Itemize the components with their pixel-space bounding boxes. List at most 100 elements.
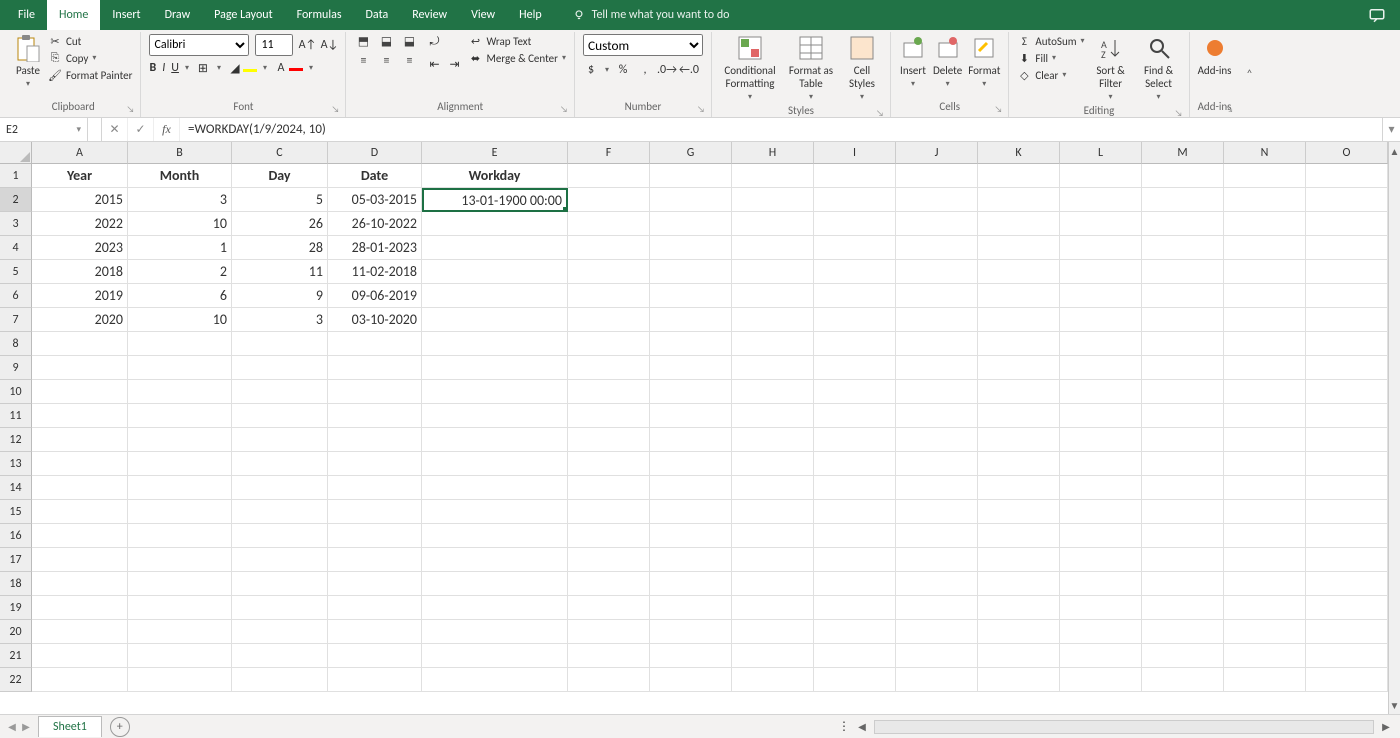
cell-M2[interactable] (1142, 188, 1224, 212)
collapse-ribbon-button[interactable]: ˄ (1239, 32, 1259, 117)
cell-M20[interactable] (1142, 620, 1224, 644)
cell-E3[interactable] (422, 212, 568, 236)
cell-C16[interactable] (232, 524, 328, 548)
cell-E14[interactable] (422, 476, 568, 500)
cell-J17[interactable] (896, 548, 978, 572)
cell-C21[interactable] (232, 644, 328, 668)
cell-G7[interactable] (650, 308, 732, 332)
cell-O5[interactable] (1306, 260, 1388, 284)
cell-B19[interactable] (128, 596, 232, 620)
scroll-right-icon[interactable]: ▶ (1378, 720, 1394, 733)
cell-G15[interactable] (650, 500, 732, 524)
tab-draw[interactable]: Draw (153, 0, 203, 30)
row-header-14[interactable]: 14 (0, 476, 32, 500)
cell-F1[interactable] (568, 164, 650, 188)
cell-I9[interactable] (814, 356, 896, 380)
scroll-left-icon[interactable]: ◀ (854, 720, 870, 733)
col-header-N[interactable]: N (1224, 142, 1306, 164)
cell-E18[interactable] (422, 572, 568, 596)
col-header-B[interactable]: B (128, 142, 232, 164)
cell-F16[interactable] (568, 524, 650, 548)
cell-M22[interactable] (1142, 668, 1224, 692)
cell-A4[interactable]: 2023 (32, 236, 128, 260)
cell-F12[interactable] (568, 428, 650, 452)
insert-cells-button[interactable]: Insert▾ (899, 34, 927, 89)
cell-C11[interactable] (232, 404, 328, 428)
row-header-17[interactable]: 17 (0, 548, 32, 572)
fx-button[interactable]: fx (154, 118, 180, 141)
cell-A3[interactable]: 2022 (32, 212, 128, 236)
cell-E11[interactable] (422, 404, 568, 428)
cell-M4[interactable] (1142, 236, 1224, 260)
tab-formulas[interactable]: Formulas (285, 0, 354, 30)
cell-I11[interactable] (814, 404, 896, 428)
cell-D17[interactable] (328, 548, 422, 572)
cell-grid[interactable]: YearMonthDayDateWorkday20153505-03-20151… (32, 164, 1388, 692)
cell-J7[interactable] (896, 308, 978, 332)
cell-G19[interactable] (650, 596, 732, 620)
cell-G1[interactable] (650, 164, 732, 188)
cell-C3[interactable]: 26 (232, 212, 328, 236)
cell-D10[interactable] (328, 380, 422, 404)
cell-J22[interactable] (896, 668, 978, 692)
cell-G21[interactable] (650, 644, 732, 668)
cell-O3[interactable] (1306, 212, 1388, 236)
col-header-A[interactable]: A (32, 142, 128, 164)
cell-L13[interactable] (1060, 452, 1142, 476)
col-header-C[interactable]: C (232, 142, 328, 164)
cell-E12[interactable] (422, 428, 568, 452)
cell-I19[interactable] (814, 596, 896, 620)
row-header-18[interactable]: 18 (0, 572, 32, 596)
row-header-6[interactable]: 6 (0, 284, 32, 308)
cell-E1[interactable]: Workday (422, 164, 568, 188)
col-header-G[interactable]: G (650, 142, 732, 164)
cell-A12[interactable] (32, 428, 128, 452)
cell-N9[interactable] (1224, 356, 1306, 380)
cell-H16[interactable] (732, 524, 814, 548)
cell-C2[interactable]: 5 (232, 188, 328, 212)
cell-D6[interactable]: 09-06-2019 (328, 284, 422, 308)
cell-B5[interactable]: 2 (128, 260, 232, 284)
percent-button[interactable]: % (615, 62, 631, 78)
cell-N10[interactable] (1224, 380, 1306, 404)
cell-M21[interactable] (1142, 644, 1224, 668)
cell-N5[interactable] (1224, 260, 1306, 284)
cell-O14[interactable] (1306, 476, 1388, 500)
cell-H7[interactable] (732, 308, 814, 332)
cell-N2[interactable] (1224, 188, 1306, 212)
cell-O8[interactable] (1306, 332, 1388, 356)
cell-F5[interactable] (568, 260, 650, 284)
cell-E9[interactable] (422, 356, 568, 380)
cell-K16[interactable] (978, 524, 1060, 548)
cell-D3[interactable]: 26-10-2022 (328, 212, 422, 236)
cell-J5[interactable] (896, 260, 978, 284)
cell-N4[interactable] (1224, 236, 1306, 260)
cell-G11[interactable] (650, 404, 732, 428)
cell-B16[interactable] (128, 524, 232, 548)
cell-C9[interactable] (232, 356, 328, 380)
cell-N16[interactable] (1224, 524, 1306, 548)
cell-N17[interactable] (1224, 548, 1306, 572)
col-header-K[interactable]: K (978, 142, 1060, 164)
cell-O9[interactable] (1306, 356, 1388, 380)
cell-H3[interactable] (732, 212, 814, 236)
cell-J18[interactable] (896, 572, 978, 596)
cell-O17[interactable] (1306, 548, 1388, 572)
cell-D15[interactable] (328, 500, 422, 524)
cell-A14[interactable] (32, 476, 128, 500)
col-header-F[interactable]: F (568, 142, 650, 164)
cell-L8[interactable] (1060, 332, 1142, 356)
cell-J11[interactable] (896, 404, 978, 428)
wrap-text-button[interactable]: ↩Wrap Text (468, 34, 566, 48)
cell-B6[interactable]: 6 (128, 284, 232, 308)
fill-color-button[interactable]: ◢ (227, 60, 257, 76)
cell-L5[interactable] (1060, 260, 1142, 284)
cell-B15[interactable] (128, 500, 232, 524)
cell-L18[interactable] (1060, 572, 1142, 596)
cell-D22[interactable] (328, 668, 422, 692)
cell-I7[interactable] (814, 308, 896, 332)
cell-O10[interactable] (1306, 380, 1388, 404)
cell-F15[interactable] (568, 500, 650, 524)
col-header-I[interactable]: I (814, 142, 896, 164)
tell-me-search[interactable]: Tell me what you want to do (572, 8, 730, 22)
